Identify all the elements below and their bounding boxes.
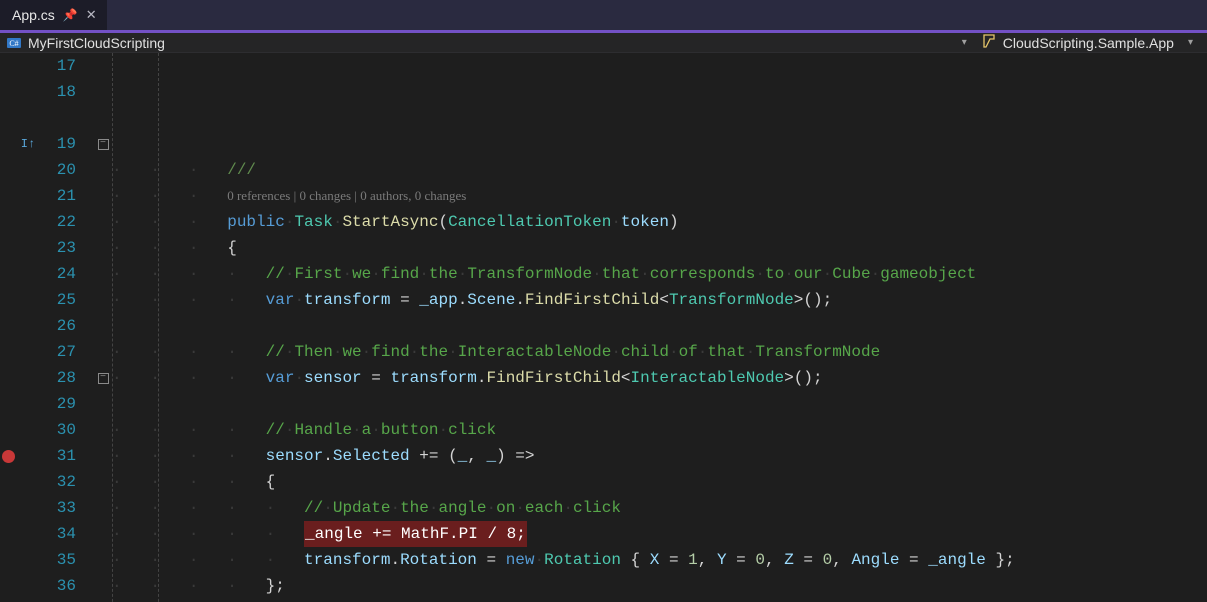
scope-name: MyFirstCloudScripting (28, 35, 165, 51)
code-line[interactable]: · · · · · _angle += MathF.PI / 8; (112, 521, 1207, 547)
line-number: 24 (40, 261, 76, 287)
line-number (40, 105, 76, 131)
code-line[interactable]: · · · public·Task·StartAsync(Cancellatio… (112, 209, 1207, 235)
code-line[interactable]: · · · /// (112, 157, 1207, 183)
type-name: CloudScripting.Sample.App (1003, 35, 1174, 51)
csharp-project-icon: C# (6, 35, 22, 51)
code-line[interactable]: · · · · · //·Update·the·angle·on·each·cl… (112, 495, 1207, 521)
code-line[interactable]: · · · 0 references | 0 changes | 0 autho… (112, 183, 1207, 209)
code-line[interactable]: · · · · var·transform = _app.Scene.FindF… (112, 287, 1207, 313)
code-line[interactable] (112, 131, 1207, 157)
code-line[interactable]: · · · · var·sensor = transform.FindFirst… (112, 365, 1207, 391)
codelens[interactable]: 0 references | 0 changes | 0 authors, 0 … (227, 183, 466, 209)
code-content[interactable]: · · · /// · · · 0 references | 0 changes… (112, 53, 1207, 602)
code-line[interactable] (112, 391, 1207, 417)
fold-toggle[interactable]: − (98, 373, 109, 384)
code-line[interactable]: · · · · · transform.Rotation = new·Rotat… (112, 547, 1207, 573)
breakpoint-highlight: _angle += MathF.PI / 8; (304, 521, 527, 547)
line-number: 20 (40, 157, 76, 183)
line-number: 31 (40, 443, 76, 469)
document-tab-well: App.cs 📌 ✕ (0, 0, 1207, 33)
fold-gutter[interactable]: −− (94, 53, 112, 602)
line-number: 18 (40, 79, 76, 105)
line-number: 32 (40, 469, 76, 495)
line-number: 25 (40, 287, 76, 313)
close-icon[interactable]: ✕ (86, 7, 97, 23)
code-line[interactable]: · · · · //·Handle·a·button·click (112, 417, 1207, 443)
line-number: 23 (40, 235, 76, 261)
line-number: 33 (40, 495, 76, 521)
code-editor[interactable]: I↑ 1718192021222324252627282930313233343… (0, 53, 1207, 602)
chevron-down-icon[interactable]: ▾ (1180, 37, 1201, 48)
line-number: 29 (40, 391, 76, 417)
code-line[interactable]: · · · · //·Then·we·find·the·Interactable… (112, 339, 1207, 365)
line-number: 19 (40, 131, 76, 157)
line-number: 21 (40, 183, 76, 209)
code-line[interactable]: · · · { (112, 235, 1207, 261)
line-number: 36 (40, 573, 76, 599)
scope-selector[interactable]: C# MyFirstCloudScripting (6, 35, 948, 51)
line-number: 22 (40, 209, 76, 235)
line-number: 28 (40, 365, 76, 391)
navigation-bar: C# MyFirstCloudScripting ▾ CloudScriptin… (0, 33, 1207, 53)
pin-icon[interactable]: 📌 (63, 8, 78, 22)
breakpoint-gutter[interactable] (0, 53, 16, 602)
change-indicator-icon: I↑ (16, 131, 40, 157)
code-line[interactable]: · · · · //·First·we·find·the·TransformNo… (112, 261, 1207, 287)
fold-toggle[interactable]: − (98, 139, 109, 150)
class-icon (981, 33, 997, 52)
line-number: 35 (40, 547, 76, 573)
tab-filename: App.cs (12, 7, 55, 23)
line-number: 30 (40, 417, 76, 443)
indicator-gutter: I↑ (16, 53, 40, 602)
line-number: 26 (40, 313, 76, 339)
svg-text:C#: C# (9, 39, 18, 48)
document-tab[interactable]: App.cs 📌 ✕ (0, 0, 107, 30)
line-number: 27 (40, 339, 76, 365)
chevron-down-icon[interactable]: ▾ (954, 37, 975, 48)
breakpoint-dot[interactable] (2, 450, 15, 463)
type-selector[interactable]: CloudScripting.Sample.App (981, 33, 1174, 52)
code-line[interactable]: · · · · { (112, 469, 1207, 495)
line-number: 34 (40, 521, 76, 547)
line-number: 17 (40, 53, 76, 79)
code-line[interactable]: · · · · sensor.Selected += (_, _) => (112, 443, 1207, 469)
code-line[interactable]: · · · · }; (112, 573, 1207, 599)
code-line[interactable] (112, 313, 1207, 339)
line-number-gutter: 1718 192021222324252627282930313233343536 (40, 53, 94, 602)
